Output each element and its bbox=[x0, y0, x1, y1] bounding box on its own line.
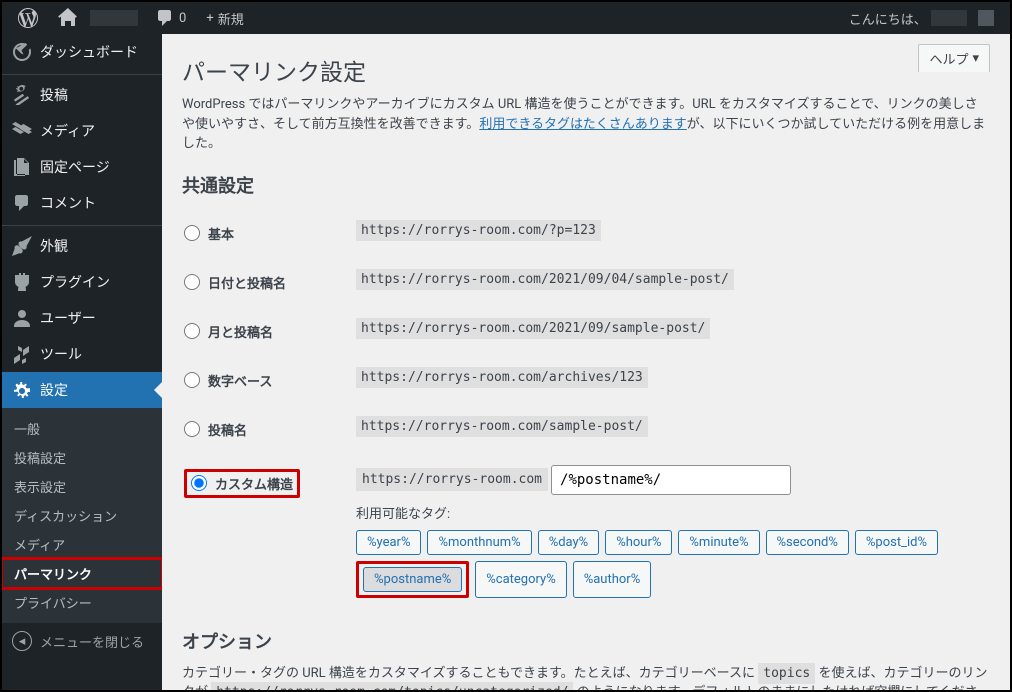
admin-bar: 0 + 新規 こんにちは、 bbox=[2, 2, 1010, 34]
tag-category[interactable]: %category% bbox=[475, 561, 566, 598]
submenu-permalinks[interactable]: パーマリンク bbox=[2, 559, 162, 588]
menu-tools[interactable]: ツール bbox=[2, 336, 162, 372]
tag-minute[interactable]: %minute% bbox=[678, 530, 759, 555]
menu-pages[interactable]: 固定ページ bbox=[2, 149, 162, 185]
menu-appearance[interactable]: 外観 bbox=[2, 225, 162, 264]
dayname-code: https://rorrys-room.com/2021/09/04/sampl… bbox=[356, 269, 734, 290]
monthname-code: https://rorrys-room.com/2021/09/sample-p… bbox=[356, 318, 710, 339]
available-tags-label: 利用可能なタグ: bbox=[356, 503, 988, 522]
new-content[interactable]: + 新規 bbox=[198, 2, 251, 34]
menu-plugins[interactable]: プラグイン bbox=[2, 264, 162, 300]
tag-postid[interactable]: %post_id% bbox=[855, 530, 938, 555]
tag-monthnum[interactable]: %monthnum% bbox=[427, 530, 531, 555]
menu-posts[interactable]: 投稿 bbox=[2, 74, 162, 113]
radio-dayname[interactable]: 日付と投稿名 bbox=[184, 273, 344, 292]
plain-code: https://rorrys-room.com/?p=123 bbox=[356, 220, 601, 241]
menu-users[interactable]: ユーザー bbox=[2, 300, 162, 336]
tag-hour[interactable]: %hour% bbox=[605, 530, 672, 555]
custom-prefix: https://rorrys-room.com bbox=[356, 468, 548, 491]
common-settings-heading: 共通設定 bbox=[182, 172, 990, 198]
admin-sidebar: ダッシュボード 投稿 メディア 固定ページ コメント 外観 プラグイン ユーザー… bbox=[2, 34, 162, 690]
comments-link[interactable]: 0 bbox=[147, 2, 194, 34]
intro-text: WordPress ではパーマリンクやアーカイブにカスタム URL 構造を使うこ… bbox=[182, 95, 990, 154]
tag-year[interactable]: %year% bbox=[356, 530, 421, 555]
home-link[interactable] bbox=[50, 2, 86, 34]
submenu-reading[interactable]: 表示設定 bbox=[2, 472, 162, 501]
avatar bbox=[978, 10, 994, 26]
collapse-menu[interactable]: ◂メニューを閉じる bbox=[2, 623, 162, 659]
tag-second[interactable]: %second% bbox=[766, 530, 849, 555]
custom-structure-input[interactable] bbox=[551, 465, 791, 495]
submenu-writing[interactable]: 投稿設定 bbox=[2, 443, 162, 472]
submenu-general[interactable]: 一般 bbox=[2, 414, 162, 443]
tag-day[interactable]: %day% bbox=[538, 530, 600, 555]
howdy[interactable]: こんにちは、 bbox=[841, 2, 1002, 34]
menu-dashboard[interactable]: ダッシュボード bbox=[2, 34, 162, 70]
radio-custom[interactable]: カスタム構造 bbox=[191, 474, 293, 493]
menu-media[interactable]: メディア bbox=[2, 113, 162, 149]
settings-submenu: 一般 投稿設定 表示設定 ディスカッション メディア パーマリンク プライバシー bbox=[2, 408, 162, 623]
radio-plain[interactable]: 基本 bbox=[184, 224, 344, 243]
numeric-code: https://rorrys-room.com/archives/123 bbox=[356, 367, 648, 388]
tag-author[interactable]: %author% bbox=[573, 561, 652, 598]
option-heading: オプション bbox=[182, 628, 990, 654]
menu-comments[interactable]: コメント bbox=[2, 185, 162, 221]
intro-link[interactable]: 利用できるタグはたくさんあります bbox=[479, 117, 686, 132]
tags-container: %year% %monthnum% %day% %hour% %minute% … bbox=[356, 530, 988, 598]
help-tab[interactable]: ヘルプ ▾ bbox=[918, 44, 990, 72]
submenu-discussion[interactable]: ディスカッション bbox=[2, 501, 162, 530]
wp-logo[interactable] bbox=[10, 2, 46, 34]
comments-count: 0 bbox=[179, 11, 186, 26]
tag-postname[interactable]: %postname% bbox=[363, 567, 462, 592]
postname-code: https://rorrys-room.com/sample-post/ bbox=[356, 416, 648, 437]
submenu-media[interactable]: メディア bbox=[2, 530, 162, 559]
radio-monthname[interactable]: 月と投稿名 bbox=[184, 322, 344, 341]
radio-postname[interactable]: 投稿名 bbox=[184, 420, 344, 439]
submenu-privacy[interactable]: プライバシー bbox=[2, 588, 162, 617]
menu-settings[interactable]: 設定 bbox=[2, 372, 162, 408]
radio-numeric[interactable]: 数字ベース bbox=[184, 371, 344, 390]
option-description: カテゴリー・タグの URL 構造をカスタマイズすることもできます。たとえば、カテ… bbox=[182, 664, 990, 691]
page-title: パーマリンク設定 bbox=[182, 44, 366, 91]
main-content: パーマリンク設定 ヘルプ ▾ WordPress ではパーマリンクやアーカイブに… bbox=[162, 34, 1010, 690]
site-name-block[interactable] bbox=[90, 10, 138, 26]
